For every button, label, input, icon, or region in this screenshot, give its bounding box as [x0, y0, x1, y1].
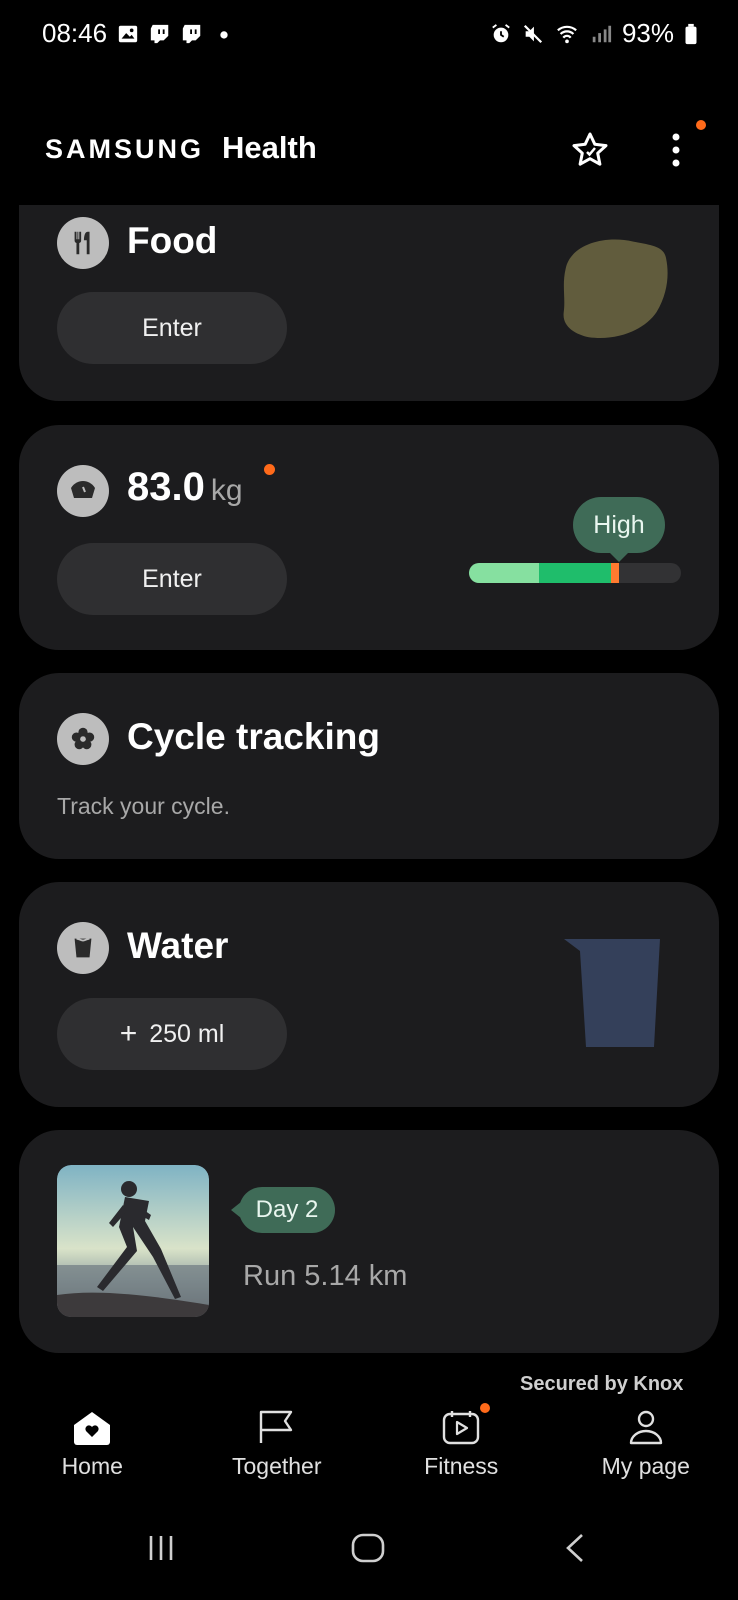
- nav-my-page[interactable]: My page: [554, 1395, 738, 1505]
- more-icon: [672, 133, 680, 167]
- battery-icon: [685, 23, 697, 44]
- cycle-title: Cycle tracking: [127, 716, 380, 757]
- weight-card[interactable]: 83.0 kg Enter High: [19, 425, 719, 650]
- system-navigation-bar: [0, 1520, 738, 1590]
- weight-level-bubble: High: [573, 497, 665, 553]
- weight-value-group: 83.0 kg: [127, 465, 243, 510]
- alarm-icon: [492, 23, 510, 42]
- food-icon-badge: [57, 217, 109, 269]
- add-water-label: 250 ml: [149, 1019, 225, 1048]
- star-icon: [572, 132, 608, 166]
- lemon-illustration: [563, 239, 668, 339]
- food-card[interactable]: Food Enter: [19, 205, 719, 401]
- badge-pointer: [231, 1202, 241, 1218]
- twitch-icon: [182, 24, 201, 43]
- cycle-tracking-card[interactable]: Cycle tracking Track your cycle.: [19, 673, 719, 859]
- runner-photo: [57, 1165, 209, 1317]
- knox-label: Secured by Knox: [520, 1373, 684, 1395]
- cup-icon: [74, 937, 92, 958]
- meter-marker: [611, 563, 619, 583]
- weight-icon-badge: [57, 465, 109, 517]
- twitch-icon: [150, 24, 169, 43]
- cycle-icon-badge: [57, 713, 109, 765]
- battery-percent: 93%: [621, 18, 674, 48]
- bubble-pointer: [609, 552, 629, 562]
- app-logo: SAMSUNG Health: [45, 130, 317, 166]
- fitness-notification-dot: [480, 1403, 490, 1413]
- home-icon: [74, 1412, 111, 1445]
- add-water-button[interactable]: + 250 ml: [57, 998, 287, 1070]
- favorites-button[interactable]: [568, 128, 612, 172]
- meter-segment-low: [469, 563, 539, 583]
- brand-samsung: SAMSUNG: [45, 134, 205, 164]
- flower-icon: [71, 727, 95, 750]
- fitness-program-card[interactable]: Day 2 Run 5.14 km: [19, 1130, 719, 1353]
- cycle-subtitle: Track your cycle.: [57, 793, 230, 819]
- header-actions: [568, 120, 706, 172]
- nav-together-label: Together: [231, 1453, 322, 1479]
- recent-apps-button[interactable]: [145, 1532, 177, 1564]
- mute-icon: [523, 24, 543, 43]
- more-options-button[interactable]: [654, 120, 706, 172]
- utensils-icon: [74, 231, 90, 255]
- weight-level-meter: [469, 563, 681, 583]
- play-calendar-icon: [443, 1411, 480, 1445]
- food-title: Food: [127, 220, 218, 261]
- notification-dot-icon: [220, 30, 228, 39]
- scale-icon: [71, 481, 95, 498]
- status-bar: 08:46 93%: [0, 0, 738, 72]
- status-time: 08:46: [42, 18, 108, 48]
- back-button[interactable]: [560, 1532, 592, 1564]
- weight-value: 83.0: [127, 465, 205, 509]
- day-badge: Day 2: [239, 1187, 335, 1233]
- brand-health: Health: [222, 130, 317, 165]
- plus-icon: +: [119, 1017, 138, 1050]
- gallery-icon: [118, 25, 138, 42]
- nav-fitness[interactable]: Fitness: [369, 1395, 554, 1505]
- water-title: Water: [127, 925, 229, 966]
- person-icon: [629, 1410, 662, 1445]
- weight-enter-button[interactable]: Enter: [57, 543, 287, 615]
- meter-segment-normal: [539, 563, 611, 583]
- signal-icon: [592, 25, 612, 42]
- water-card[interactable]: Water + 250 ml: [19, 882, 719, 1107]
- wifi-icon: [557, 25, 577, 43]
- notification-dot: [696, 120, 706, 130]
- nav-together[interactable]: Together: [185, 1395, 370, 1505]
- water-glass-illustration: [564, 939, 660, 1047]
- status-left: 08:46: [42, 18, 235, 49]
- weight-unit: kg: [210, 474, 243, 507]
- food-enter-button[interactable]: Enter: [57, 292, 287, 364]
- home-system-button[interactable]: [350, 1532, 386, 1564]
- status-right: 93%: [490, 18, 698, 49]
- app-header: SAMSUNG Health: [0, 110, 738, 190]
- flag-icon: [259, 1410, 292, 1443]
- weight-update-dot: [264, 464, 275, 475]
- workout-description: Run 5.14 km: [243, 1260, 408, 1292]
- nav-home[interactable]: Home: [0, 1395, 185, 1505]
- nav-fitness-label: Fitness: [424, 1453, 499, 1479]
- bottom-navigation: Home Together Fitness My page: [0, 1395, 738, 1505]
- nav-my-page-label: My page: [601, 1453, 690, 1479]
- water-icon-badge: [57, 922, 109, 974]
- nav-home-label: Home: [61, 1453, 123, 1479]
